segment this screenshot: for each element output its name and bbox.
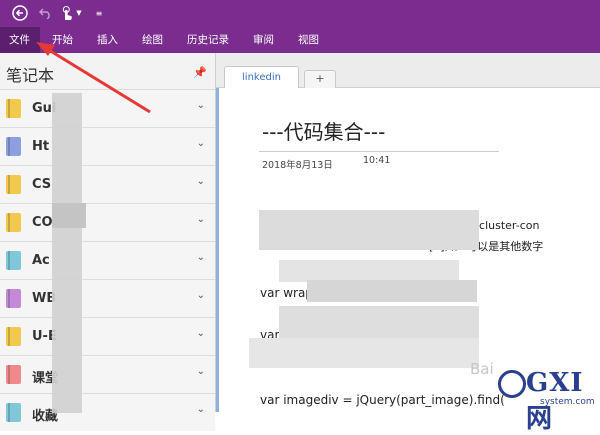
annotation-arrow — [36, 42, 151, 114]
watermark-domain: system.com — [540, 397, 595, 407]
site-watermark: GXI网 system.com — [496, 366, 596, 434]
watermark-logo-icon — [498, 370, 526, 398]
baidu-watermark: Bai — [470, 360, 494, 378]
